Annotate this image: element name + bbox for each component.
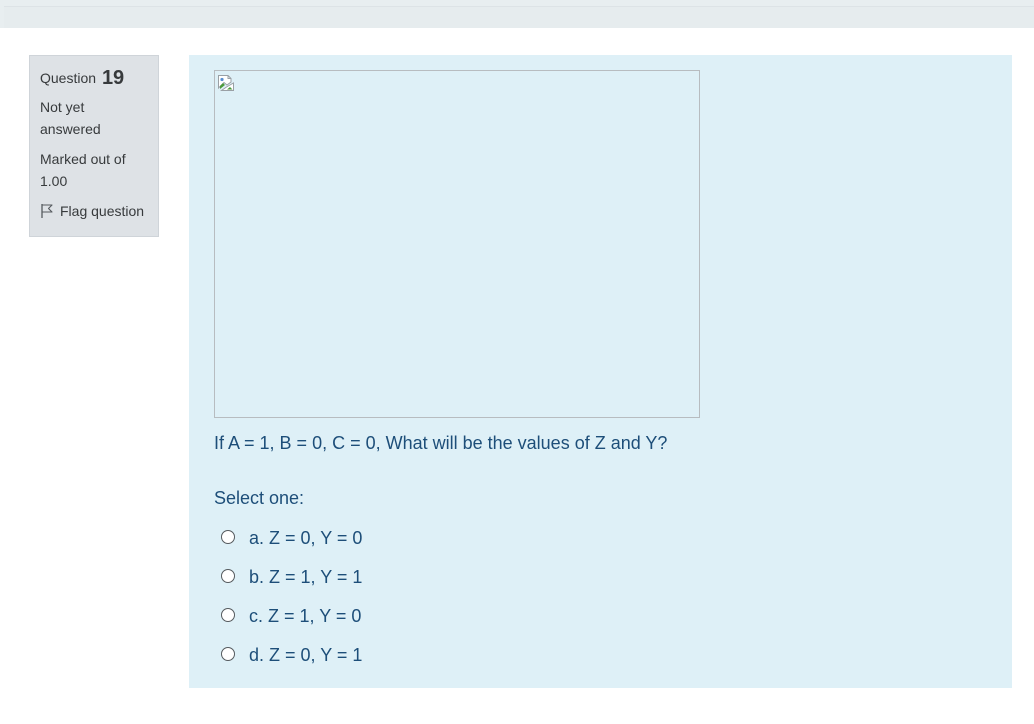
question-info-panel: Question 19 Not yet answered Marked out …	[29, 55, 159, 237]
radio-button-d[interactable]	[221, 646, 235, 661]
answer-option-a[interactable]: a. Z = 0, Y = 0	[221, 519, 362, 558]
broken-image-icon	[217, 74, 235, 92]
answer-label-b: b. Z = 1, Y = 1	[249, 567, 363, 587]
state-line-1: Not yet	[40, 99, 85, 115]
question-content: If A = 1, B = 0, C = 0, What will be the…	[189, 55, 1012, 688]
question-text: If A = 1, B = 0, C = 0, What will be the…	[214, 433, 668, 453]
question-grade: Marked out of 1.00	[40, 148, 148, 192]
answer-label-d: d. Z = 0, Y = 1	[249, 645, 363, 665]
state-line-2: answered	[40, 121, 101, 137]
top-bar	[0, 0, 1034, 29]
flag-question-button[interactable]: Flag question	[40, 201, 148, 221]
flag-icon	[40, 203, 54, 219]
grade-line-1: Marked out of	[40, 151, 126, 167]
question-state: Not yet answered	[40, 96, 148, 140]
radio-button-c[interactable]	[221, 607, 235, 622]
answer-label-c: c. Z = 1, Y = 0	[249, 606, 362, 626]
question-number-value: 19	[101, 67, 125, 89]
answer-option-b[interactable]: b. Z = 1, Y = 1	[221, 558, 362, 597]
flag-question-label: Flag question	[60, 203, 145, 219]
question-number: Question 19	[40, 66, 148, 90]
question-word: Question	[40, 70, 97, 86]
answer-option-d[interactable]: d. Z = 0, Y = 1	[221, 636, 362, 675]
grade-line-2: 1.00	[40, 173, 68, 189]
answer-label-a: a. Z = 0, Y = 0	[249, 528, 363, 548]
question-image	[214, 70, 700, 418]
top-bar-inner	[4, 6, 1034, 29]
answer-option-c[interactable]: c. Z = 1, Y = 0	[221, 597, 362, 636]
answer-options: a. Z = 0, Y = 0 b. Z = 1, Y = 1 c. Z = 1…	[221, 519, 362, 675]
radio-button-a[interactable]	[221, 529, 235, 544]
radio-button-b[interactable]	[221, 568, 235, 583]
select-one-prompt: Select one:	[214, 488, 305, 508]
